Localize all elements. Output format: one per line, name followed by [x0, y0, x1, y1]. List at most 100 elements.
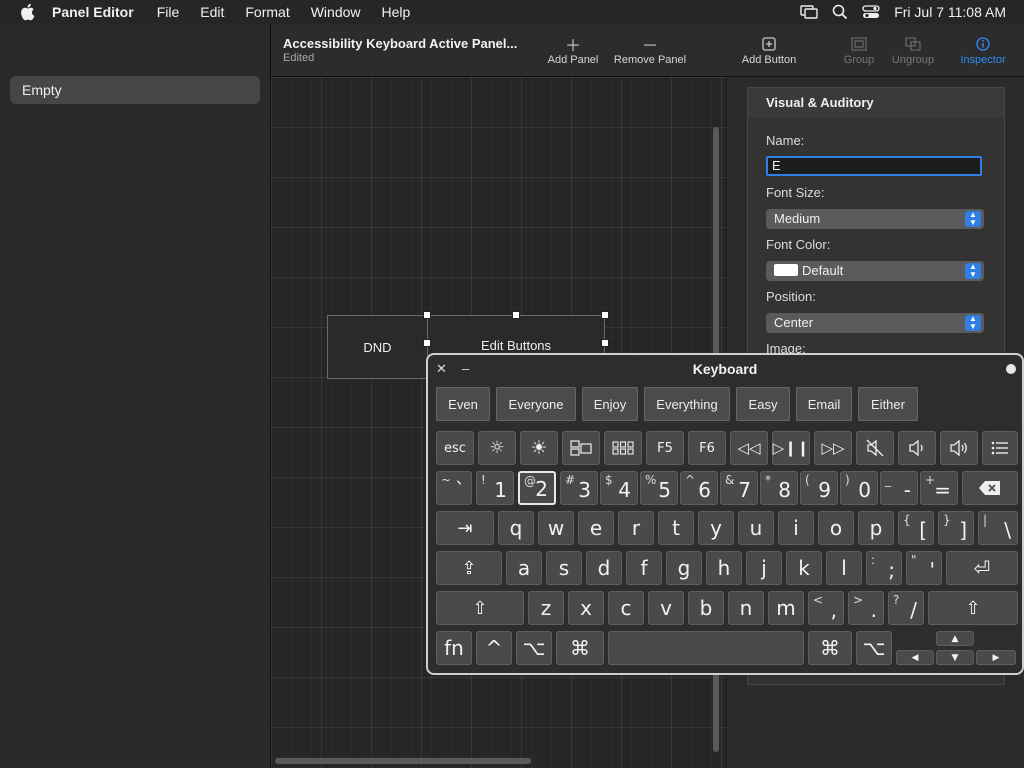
- key-v[interactable]: v: [648, 591, 684, 625]
- key-fast-forward[interactable]: ▷▷: [814, 431, 852, 465]
- key-5[interactable]: % 5: [640, 471, 678, 505]
- key-x[interactable]: x: [568, 591, 604, 625]
- key-w[interactable]: w: [538, 511, 574, 545]
- key-right-bracket[interactable]: }]: [938, 511, 974, 545]
- key-list[interactable]: [982, 431, 1018, 465]
- key-arrow-down[interactable]: ▼: [936, 650, 974, 665]
- key-volume-down[interactable]: [898, 431, 936, 465]
- key-comma[interactable]: <,: [808, 591, 844, 625]
- key-y[interactable]: y: [698, 511, 734, 545]
- key-p[interactable]: p: [858, 511, 894, 545]
- prediction-easy[interactable]: Easy: [736, 387, 790, 421]
- menu-file[interactable]: File: [157, 4, 180, 20]
- resize-handle[interactable]: [601, 339, 609, 347]
- key-s[interactable]: s: [546, 551, 582, 585]
- inspector-button[interactable]: Inspector: [955, 34, 1011, 66]
- key-r[interactable]: r: [618, 511, 654, 545]
- key-fn[interactable]: fn: [436, 631, 472, 665]
- key-i[interactable]: i: [778, 511, 814, 545]
- search-icon[interactable]: [832, 4, 848, 20]
- key-period[interactable]: >.: [848, 591, 884, 625]
- key-b[interactable]: b: [688, 591, 724, 625]
- key-left-shift[interactable]: ⇧: [436, 591, 524, 625]
- key-right-shift[interactable]: ⇧: [928, 591, 1018, 625]
- resize-handle[interactable]: [423, 339, 431, 347]
- remove-panel-button[interactable]: － Remove Panel: [611, 34, 689, 66]
- key-delete[interactable]: [962, 471, 1018, 505]
- font-color-select[interactable]: Default ▲ ▼: [766, 261, 984, 281]
- add-panel-button[interactable]: ＋ Add Panel: [543, 34, 603, 66]
- horizontal-scrollbar[interactable]: [275, 758, 531, 764]
- prediction-everything[interactable]: Everything: [644, 387, 730, 421]
- key-brightness-down[interactable]: ☼: [478, 431, 516, 465]
- key-3[interactable]: #3: [560, 471, 598, 505]
- key-1[interactable]: ! 1: [476, 471, 514, 505]
- key-left-bracket[interactable]: {[: [898, 511, 934, 545]
- key-right-command[interactable]: ⌘: [808, 631, 852, 665]
- key-tab[interactable]: ⇥: [436, 511, 494, 545]
- menu-app-name[interactable]: Panel Editor: [52, 4, 134, 20]
- key-backslash[interactable]: | \: [978, 511, 1018, 545]
- key-k[interactable]: k: [786, 551, 822, 585]
- prediction-everyone[interactable]: Everyone: [496, 387, 576, 421]
- control-center-icon[interactable]: [862, 5, 880, 19]
- key-arrow-up[interactable]: ▲: [936, 631, 974, 646]
- key-arrow-left[interactable]: ◀: [896, 650, 934, 665]
- resize-handle[interactable]: [423, 311, 431, 319]
- menu-window[interactable]: Window: [311, 4, 361, 20]
- key-g[interactable]: g: [666, 551, 702, 585]
- menu-help[interactable]: Help: [382, 4, 411, 20]
- prediction-either[interactable]: Either: [858, 387, 918, 421]
- key-right-option[interactable]: ⌥: [856, 631, 892, 665]
- key-slash[interactable]: ? /: [888, 591, 924, 625]
- key-l[interactable]: l: [826, 551, 862, 585]
- position-select[interactable]: Center ▲ ▼: [766, 313, 984, 333]
- sidebar-item-empty[interactable]: Empty: [10, 76, 260, 104]
- key-d[interactable]: d: [586, 551, 622, 585]
- key-t[interactable]: t: [658, 511, 694, 545]
- key-space[interactable]: [608, 631, 804, 665]
- key-volume-up[interactable]: [940, 431, 978, 465]
- key-f6[interactable]: F6: [688, 431, 726, 465]
- key-launchpad[interactable]: [604, 431, 642, 465]
- key-e[interactable]: e: [578, 511, 614, 545]
- font-size-select[interactable]: Medium ▲ ▼: [766, 209, 984, 229]
- key-rewind[interactable]: ◁◁: [730, 431, 768, 465]
- clock[interactable]: Fri Jul 7 11:08 AM: [894, 4, 1006, 20]
- options-menu-icon[interactable]: [1006, 364, 1016, 374]
- key-caps-lock[interactable]: ⇪: [436, 551, 502, 585]
- ungroup-button[interactable]: Ungroup: [887, 34, 939, 66]
- add-button-button[interactable]: Add Button: [737, 34, 801, 66]
- key-z[interactable]: z: [528, 591, 564, 625]
- prediction-email[interactable]: Email: [796, 387, 852, 421]
- key-a[interactable]: a: [506, 551, 542, 585]
- key-backtick[interactable]: ~ `: [436, 471, 472, 505]
- key-6[interactable]: ^ 6: [680, 471, 718, 505]
- key-option[interactable]: ⌥: [516, 631, 552, 665]
- key-arrow-right[interactable]: ▶: [976, 650, 1016, 665]
- resize-handle[interactable]: [512, 311, 520, 319]
- key-8[interactable]: * 8: [760, 471, 798, 505]
- screen-mirroring-icon[interactable]: [800, 5, 818, 19]
- key-quote[interactable]: " ': [906, 551, 942, 585]
- key-u[interactable]: u: [738, 511, 774, 545]
- key-q[interactable]: q: [498, 511, 534, 545]
- prediction-even[interactable]: Even: [436, 387, 490, 421]
- group-button[interactable]: Group: [839, 34, 879, 66]
- key-f[interactable]: f: [626, 551, 662, 585]
- key-j[interactable]: j: [746, 551, 782, 585]
- apple-icon[interactable]: [18, 3, 36, 21]
- key-c[interactable]: c: [608, 591, 644, 625]
- key-play-pause[interactable]: ▷❙❙: [772, 431, 810, 465]
- menu-edit[interactable]: Edit: [200, 4, 224, 20]
- key-minus[interactable]: _ -: [880, 471, 918, 505]
- key-h[interactable]: h: [706, 551, 742, 585]
- key-7[interactable]: & 7: [720, 471, 758, 505]
- key-m[interactable]: m: [768, 591, 804, 625]
- key-mission-control[interactable]: [562, 431, 600, 465]
- key-0[interactable]: ) 0: [840, 471, 878, 505]
- section-header[interactable]: Visual & Auditory: [748, 88, 1004, 118]
- key-control[interactable]: ^: [476, 631, 512, 665]
- prediction-enjoy[interactable]: Enjoy: [582, 387, 638, 421]
- menu-format[interactable]: Format: [245, 4, 289, 20]
